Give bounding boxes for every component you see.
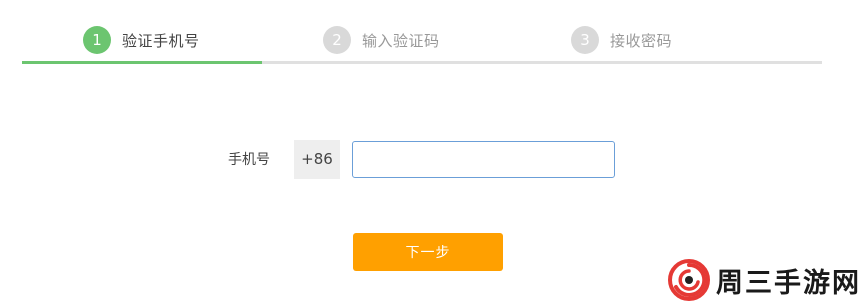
- step-number-badge: 3: [571, 26, 599, 54]
- step-progress-fill: [22, 61, 262, 64]
- step-number-badge: 1: [83, 26, 111, 54]
- step-label: 输入验证码: [362, 31, 440, 50]
- site-watermark: 周三手游网: [668, 258, 861, 302]
- watermark-text: 周三手游网: [716, 267, 861, 299]
- step-enter-code: 2 输入验证码: [323, 22, 440, 58]
- step-progress: 1 验证手机号 2 输入验证码 3 接收密码: [22, 22, 822, 66]
- step-label: 接收密码: [610, 31, 673, 50]
- swirl-logo-icon: [668, 259, 710, 301]
- next-step-button[interactable]: 下一步: [353, 233, 503, 271]
- step-receive-password: 3 接收密码: [571, 22, 672, 58]
- country-code-prefix: +86: [294, 139, 340, 179]
- step-verify-phone: 1 验证手机号: [83, 22, 200, 58]
- step-progress-track: [22, 61, 822, 64]
- phone-number-row: 手机号 +86: [228, 139, 615, 179]
- phone-number-input[interactable]: [352, 140, 615, 178]
- phone-number-label: 手机号: [228, 152, 270, 168]
- step-number-badge: 2: [323, 26, 351, 54]
- step-label: 验证手机号: [122, 31, 200, 50]
